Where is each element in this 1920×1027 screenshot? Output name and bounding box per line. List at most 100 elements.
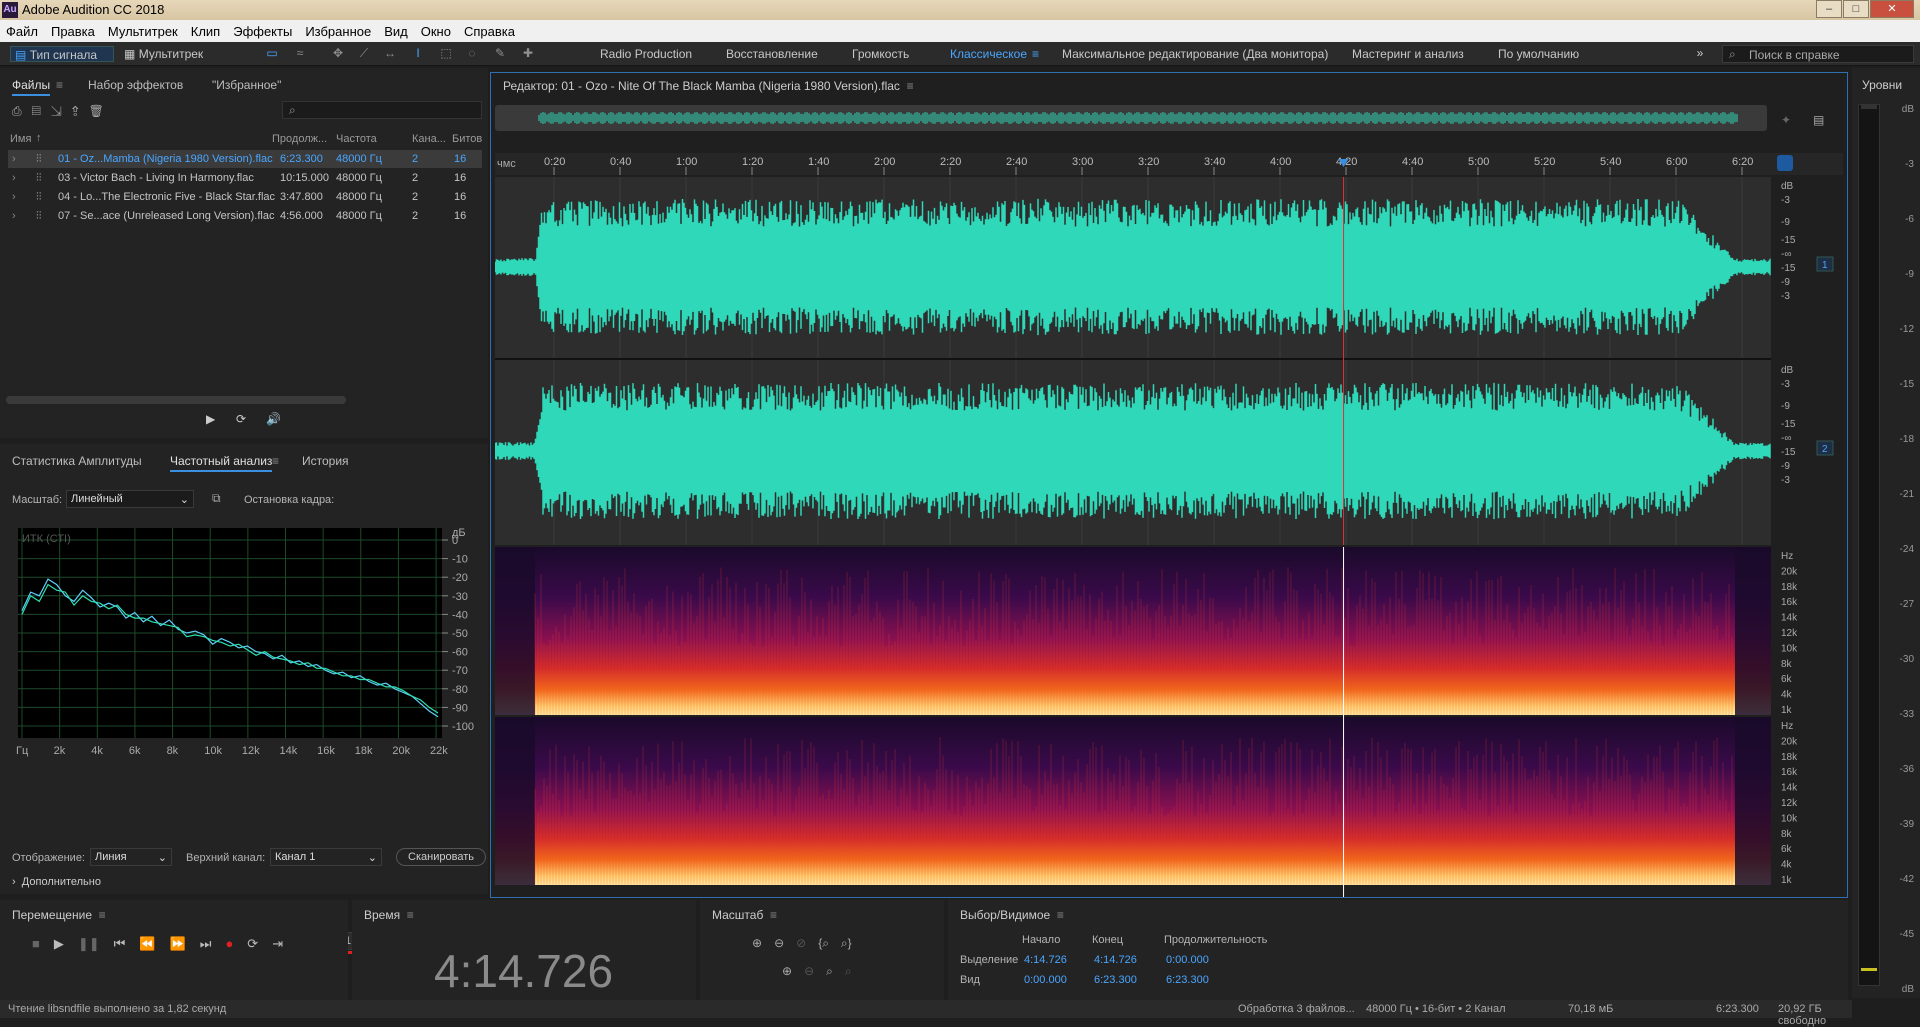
- open-folder-icon[interactable]: ⎙: [12, 104, 32, 118]
- play-preview-icon[interactable]: ▶: [206, 412, 215, 426]
- menu-item[interactable]: Мультитрек: [108, 24, 178, 39]
- zoom-reset-icon[interactable]: ⊘: [796, 936, 806, 951]
- scan-button[interactable]: Сканировать: [396, 848, 486, 866]
- zoom-out-point-icon[interactable]: ⌕: [845, 964, 852, 979]
- zoom-out-full-icon[interactable]: ⊖: [804, 964, 814, 979]
- channel-select[interactable]: Канал 1 ⌄: [270, 848, 382, 866]
- file-row[interactable]: › ⫶⫶ 01 - Oz...Mamba (Nigeria 1980 Versi…: [8, 150, 482, 168]
- menu-item[interactable]: Справка: [464, 24, 515, 39]
- menu-item[interactable]: Избранное: [305, 24, 371, 39]
- insert-icon[interactable]: ⇲: [51, 104, 72, 118]
- files-panel-menu-icon[interactable]: ≡: [56, 78, 63, 92]
- zoom-selection-icon[interactable]: ⌕}: [841, 936, 852, 951]
- window-icon[interactable]: ⧉: [212, 491, 221, 506]
- tab-files[interactable]: Файлы: [12, 78, 51, 96]
- workspace-tab[interactable]: Классическое: [950, 46, 1027, 62]
- autoplay-icon[interactable]: 🔊: [266, 412, 281, 426]
- zoom-in-full-icon[interactable]: ⊕: [782, 964, 792, 979]
- minimize-button[interactable]: –: [1816, 0, 1842, 18]
- stop-icon[interactable]: ■: [32, 936, 40, 952]
- view-end-field[interactable]: 6:23.300: [1094, 974, 1137, 986]
- zoom-in-amplitude-icon[interactable]: ⊕: [752, 936, 762, 951]
- tab-effects-rack[interactable]: Набор эффектов: [88, 78, 183, 92]
- files-scrollbar[interactable]: [6, 396, 346, 404]
- tab-amplitude-stats[interactable]: Статистика Амплитуды: [12, 454, 142, 468]
- selection-duration-field[interactable]: 0:00.000: [1166, 954, 1209, 966]
- play-icon[interactable]: ▶: [54, 936, 64, 952]
- brush-tool-icon[interactable]: ✎: [492, 45, 508, 61]
- import-icon[interactable]: ⇪: [72, 104, 89, 118]
- slip-tool-icon[interactable]: ↔: [382, 45, 398, 61]
- channel-map-icon[interactable]: ▤: [1813, 113, 1824, 127]
- fast-forward-icon[interactable]: ⏩: [170, 936, 186, 952]
- spectral-display[interactable]: Hz 20k 18k 16k 14k 12k 10k 8k 6k 4k 1k Hz 20k 18k 16k 1…: [495, 547, 1843, 897]
- multitrack-mode-button[interactable]: ▦ Мультитрек: [124, 46, 203, 62]
- col-channels[interactable]: Кана...: [412, 133, 446, 145]
- display-select[interactable]: Линия ⌄: [90, 848, 172, 866]
- selection-end-field[interactable]: 4:14.726: [1094, 954, 1137, 966]
- analysis-panel-menu-icon[interactable]: ≡: [272, 454, 279, 468]
- waveform-display[interactable]: dB -3 -9 -15 -∞ -15 -9 -3 1 dB -3 -9 -15 -∞ -15 -9 -3 2: [495, 177, 1843, 545]
- col-rate[interactable]: Частота: [336, 133, 377, 145]
- transport-menu-icon[interactable]: ≡: [99, 908, 106, 922]
- workspace-tab[interactable]: Восстановление: [726, 46, 818, 62]
- zoom-out-amplitude-icon[interactable]: ⊖: [774, 936, 784, 951]
- loop-preview-icon[interactable]: ⟳: [236, 412, 246, 426]
- scale-select[interactable]: Линейный ⌄: [66, 490, 194, 508]
- snap-icon[interactable]: [1777, 155, 1793, 171]
- razor-tool-icon[interactable]: ⟋: [356, 45, 372, 61]
- menu-item[interactable]: Эффекты: [233, 24, 292, 39]
- editor-menu-icon[interactable]: ≡: [907, 79, 914, 93]
- go-to-end-icon[interactable]: ⏭: [200, 936, 212, 952]
- file-row[interactable]: › ⫶⫶ 04 - Lo...The Electronic Five - Bla…: [8, 188, 482, 206]
- zoom-in-point-icon[interactable]: ⌕: [826, 964, 833, 979]
- pause-icon[interactable]: ❚❚: [78, 936, 100, 952]
- view-start-field[interactable]: 0:00.000: [1024, 974, 1067, 986]
- spot-healing-icon[interactable]: ✚: [520, 45, 536, 61]
- time-menu-icon[interactable]: ≡: [407, 908, 414, 922]
- record-icon[interactable]: ●: [225, 936, 233, 952]
- file-row[interactable]: › ⫶⫶ 07 - Se...ace (Unreleased Long Vers…: [8, 207, 482, 225]
- more-workspaces-icon[interactable]: »: [1692, 45, 1708, 61]
- time-ruler[interactable]: чмс 0:20 0:40 1:00 1:20 1:40 2:00 2:20 2:40 3:00 3…: [495, 153, 1843, 175]
- workspace-menu-icon[interactable]: ≡: [1032, 46, 1039, 62]
- menu-item[interactable]: Вид: [384, 24, 408, 39]
- waveform-mode-button[interactable]: ▤ Тип сигнала: [10, 46, 114, 62]
- go-to-start-icon[interactable]: ⏮: [114, 936, 126, 952]
- help-search-field[interactable]: ⌕ Поиск в справке: [1722, 45, 1914, 63]
- spectral-view-icon[interactable]: ≈: [292, 45, 308, 61]
- close-button[interactable]: ✕: [1870, 0, 1914, 18]
- zoom-menu-icon[interactable]: ≡: [770, 908, 777, 922]
- time-selection-tool-icon[interactable]: I: [410, 45, 426, 61]
- col-name[interactable]: Имя: [10, 133, 31, 145]
- new-file-icon[interactable]: ▤: [32, 104, 51, 118]
- overview-navigator[interactable]: [495, 105, 1767, 131]
- delete-icon[interactable]: 🗑: [89, 104, 114, 118]
- waveform-view-icon[interactable]: ▭: [264, 45, 280, 61]
- workspace-tab[interactable]: Максимальное редактирование (Два монитор…: [1062, 46, 1328, 62]
- file-row[interactable]: › ⫶⫶ 03 - Victor Bach - Living In Harmon…: [8, 169, 482, 187]
- tab-history[interactable]: История: [302, 454, 349, 468]
- loop-icon[interactable]: ⟳: [247, 936, 258, 952]
- skip-selection-icon[interactable]: ⇥: [272, 936, 283, 952]
- col-bits[interactable]: Битов: [452, 133, 482, 145]
- workspace-tab[interactable]: По умолчанию: [1498, 46, 1579, 62]
- menu-item[interactable]: Клип: [191, 24, 220, 39]
- maximize-button[interactable]: □: [1843, 0, 1869, 18]
- workspace-tab[interactable]: Radio Production: [600, 46, 692, 62]
- workspace-tab[interactable]: Мастеринг и анализ: [1352, 46, 1464, 62]
- col-duration[interactable]: Продолж...: [272, 133, 327, 145]
- menu-item[interactable]: Файл: [6, 24, 38, 39]
- rewind-icon[interactable]: ⏪: [139, 936, 155, 952]
- selection-start-field[interactable]: 4:14.726: [1024, 954, 1067, 966]
- tab-frequency-analysis[interactable]: Частотный анализ: [170, 454, 273, 472]
- workspace-tab[interactable]: Громкость: [852, 46, 909, 62]
- advanced-toggle[interactable]: › Дополнительно: [12, 876, 101, 888]
- files-search-input[interactable]: ⌕: [282, 101, 482, 119]
- zoom-in-time-icon[interactable]: {⌕: [818, 936, 829, 951]
- move-tool-icon[interactable]: ✥: [330, 45, 346, 61]
- menu-item[interactable]: Правка: [51, 24, 95, 39]
- marquee-tool-icon[interactable]: ⬚: [438, 45, 454, 61]
- lasso-tool-icon[interactable]: ◌: [464, 45, 480, 61]
- zoom-to-fit-icon[interactable]: ✦: [1781, 113, 1791, 127]
